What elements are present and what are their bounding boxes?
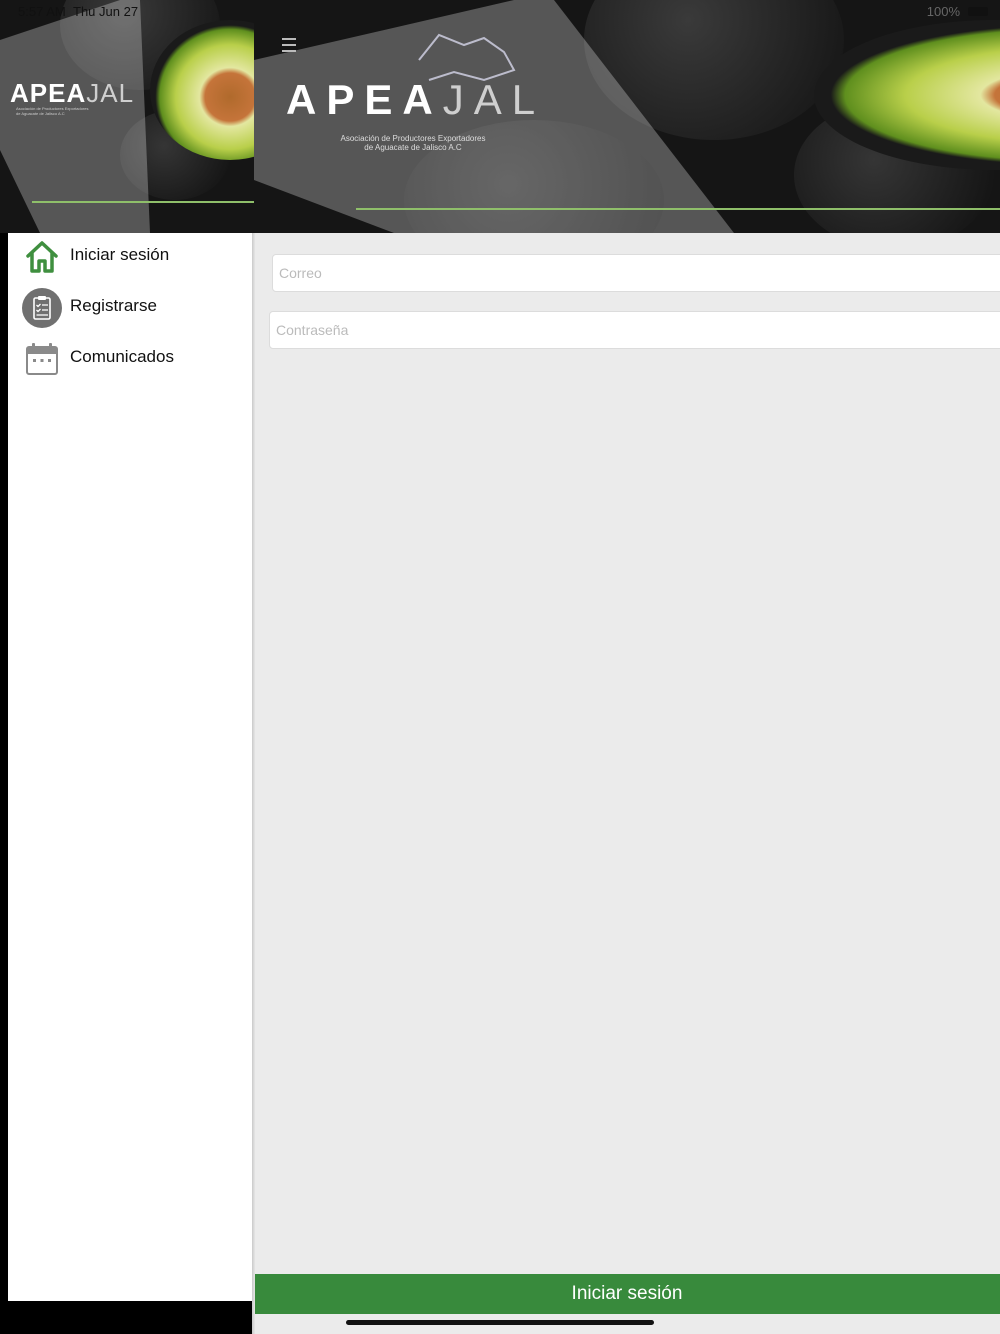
calendar-icon bbox=[26, 343, 58, 375]
header-banner: APEAJAL Asociación de Productores Export… bbox=[254, 0, 1000, 233]
apeajal-logo-small: APEAJAL Asociación de Productores Export… bbox=[10, 78, 135, 116]
email-input[interactable] bbox=[272, 254, 1000, 292]
drawer-header: APEAJAL Asociación de Productores Export… bbox=[0, 0, 254, 233]
status-date: Thu Jun 27 bbox=[73, 4, 139, 19]
drawer-edge-shadow bbox=[252, 233, 255, 1334]
status-time: 5:57 AM bbox=[18, 4, 66, 19]
header-divider bbox=[356, 208, 1000, 210]
login-button[interactable]: Iniciar sesión bbox=[254, 1274, 1000, 1314]
drawer-menu: Iniciar sesión Registrarse Comunicados bbox=[8, 233, 252, 1301]
nav-item-label: Iniciar sesión bbox=[70, 245, 170, 264]
side-drawer: APEAJAL Asociación de Productores Export… bbox=[0, 0, 254, 1334]
nav-item-iniciar-sesion[interactable]: Iniciar sesión bbox=[8, 233, 252, 281]
drawer-divider bbox=[32, 201, 254, 203]
nav-item-label: Comunicados bbox=[70, 347, 174, 366]
nav-item-comunicados[interactable]: Comunicados bbox=[8, 335, 252, 383]
apeajal-logo: APEAJAL Asociación de Productores Export… bbox=[286, 76, 546, 152]
battery-icon bbox=[968, 7, 988, 16]
clipboard-icon bbox=[22, 288, 62, 328]
home-indicator[interactable] bbox=[346, 1320, 654, 1325]
password-input[interactable] bbox=[269, 311, 1000, 349]
battery-percentage: 100% bbox=[926, 4, 960, 19]
main-screen: APEAJAL Asociación de Productores Export… bbox=[254, 0, 1000, 1334]
nav-item-label: Registrarse bbox=[70, 296, 157, 315]
home-icon bbox=[26, 241, 58, 273]
status-bar: 5:57 AM Thu Jun 27 100% bbox=[0, 0, 1000, 24]
nav-item-registrarse[interactable]: Registrarse bbox=[8, 284, 252, 332]
